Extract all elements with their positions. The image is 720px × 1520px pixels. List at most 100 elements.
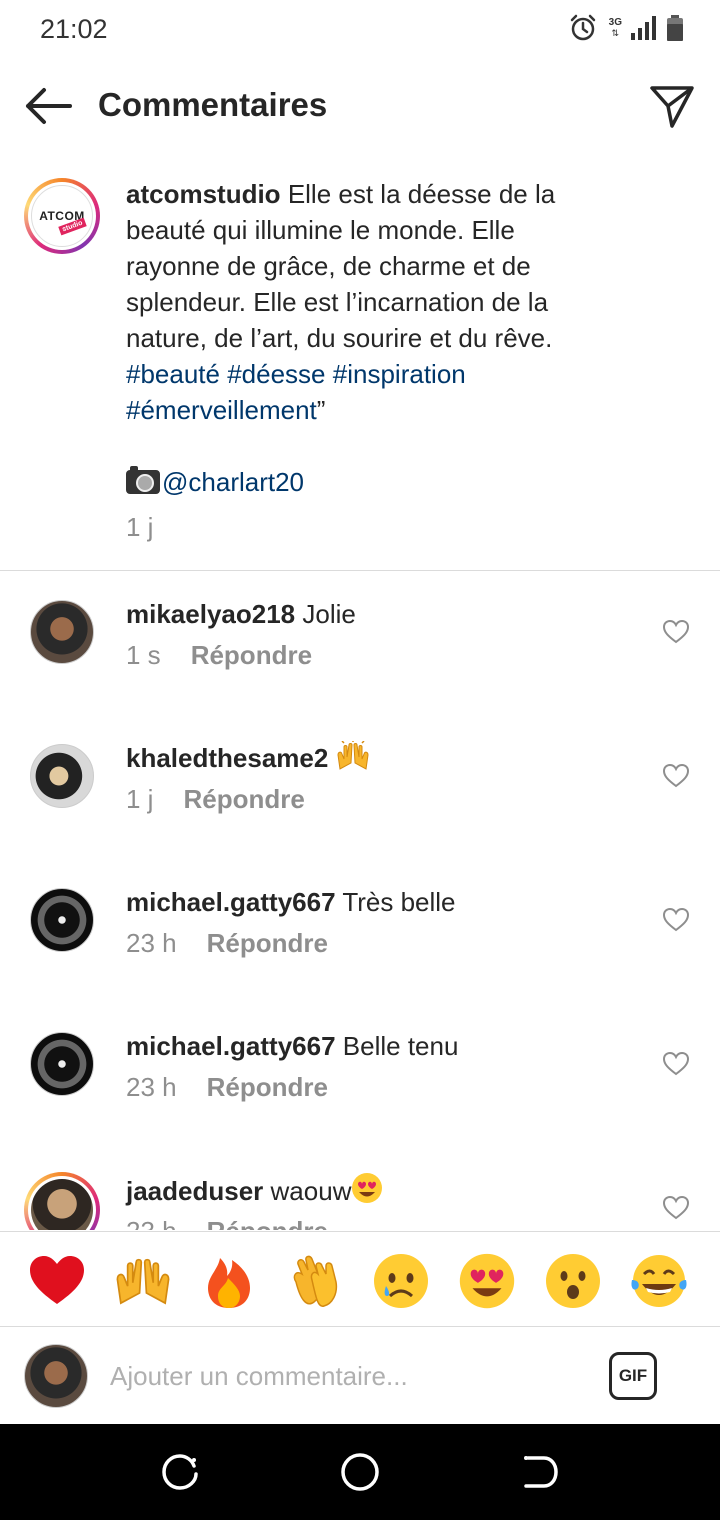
emoji-clapping-hands-button[interactable] — [286, 1252, 344, 1310]
hashtag[interactable]: #émerveillement — [126, 395, 317, 425]
comment-meta: 1 s Répondre — [126, 640, 312, 671]
comment-username[interactable]: jaadeduser — [126, 1176, 263, 1206]
recents-button[interactable] — [158, 1450, 202, 1494]
comment-item: michael.gatty667 Belle tenu 23 h Répondre — [0, 1004, 720, 1148]
caption-text: atcomstudio Elle est la déesse de la bea… — [126, 176, 596, 428]
heart-outline-icon — [662, 763, 690, 788]
comment-line: jaadeduser waouw — [126, 1172, 383, 1209]
hashtag[interactable]: #inspiration — [333, 359, 466, 389]
comment-time: 1 s — [126, 640, 161, 670]
back-icon — [524, 1456, 558, 1488]
closing-quote: ” — [316, 395, 326, 425]
system-nav-bar — [0, 1424, 720, 1520]
reply-button[interactable]: Répondre — [191, 640, 312, 670]
divider — [0, 570, 720, 571]
caption-time: 1 j — [126, 512, 154, 542]
heart-outline-icon — [662, 1195, 690, 1220]
heart-eyes-icon — [459, 1253, 515, 1309]
page-title: Commentaires — [98, 86, 328, 123]
comment-list[interactable]: mikaelyao218 Jolie 1 s Répondre khaledthe… — [0, 572, 720, 1230]
status-icons: 3G ⇅ — [569, 14, 684, 42]
comment-time: 23 h — [126, 928, 177, 958]
comment-text: Très belle — [342, 887, 456, 917]
arrow-left-icon — [26, 88, 72, 124]
emoji-fire-button[interactable] — [200, 1252, 258, 1310]
emoji-surprised-face-button[interactable] — [544, 1252, 602, 1310]
credit-mention[interactable]: @charlart20 — [162, 467, 304, 497]
like-button[interactable] — [662, 1050, 690, 1078]
avatar[interactable] — [30, 888, 94, 952]
raising-hands-icon — [337, 741, 369, 770]
reply-button[interactable]: Répondre — [183, 784, 304, 814]
comment-line: michael.gatty667 Belle tenu — [126, 1028, 458, 1064]
header: Commentaires — [0, 62, 720, 152]
emoji-reaction-bar — [0, 1231, 720, 1327]
comment-line: khaledthesame2 — [126, 740, 370, 776]
clapping-hands-icon — [293, 1255, 338, 1307]
status-bar: 21:02 3G ⇅ — [0, 0, 720, 62]
heart-outline-icon — [662, 1051, 690, 1076]
avatar[interactable] — [30, 1032, 94, 1096]
like-button[interactable] — [662, 762, 690, 790]
gif-button[interactable]: GIF — [609, 1352, 657, 1400]
like-button[interactable] — [662, 618, 690, 646]
comment-item: khaledthesame2 1 j Répondre — [0, 716, 720, 860]
comment-username[interactable]: khaledthesame2 — [126, 743, 328, 773]
caption-username[interactable]: atcomstudio — [126, 179, 281, 209]
reply-button[interactable]: Répondre — [207, 928, 328, 958]
share-button[interactable] — [648, 82, 696, 130]
back-button[interactable] — [22, 84, 74, 128]
alarm-icon — [570, 14, 595, 41]
fire-icon — [208, 1258, 250, 1308]
heart-eyes-icon — [352, 1173, 383, 1203]
comment-username[interactable]: michael.gatty667 — [126, 887, 336, 917]
comment-input[interactable] — [110, 1356, 580, 1396]
comment-time: 1 j — [126, 784, 154, 814]
comment-time: 23 h — [126, 1216, 177, 1230]
home-button[interactable] — [338, 1450, 382, 1494]
comment-username[interactable]: michael.gatty667 — [126, 1031, 336, 1061]
comment-time: 23 h — [126, 1072, 177, 1102]
comment-text: Jolie — [302, 599, 356, 629]
avatar[interactable] — [30, 600, 94, 664]
reply-button[interactable]: Répondre — [207, 1072, 328, 1102]
battery-icon — [667, 15, 683, 41]
home-icon — [341, 1453, 379, 1491]
hashtag[interactable]: #beauté — [126, 359, 220, 389]
reply-button[interactable]: Répondre — [207, 1216, 328, 1230]
comment-username[interactable]: mikaelyao218 — [126, 599, 295, 629]
hashtag[interactable]: #déesse — [227, 359, 325, 389]
tears-of-joy-icon — [631, 1255, 687, 1307]
avatar[interactable] — [24, 1172, 100, 1230]
emoji-tears-of-joy-button[interactable] — [630, 1252, 688, 1310]
comment-item: mikaelyao218 Jolie 1 s Répondre — [0, 572, 720, 716]
camera-icon — [126, 466, 160, 494]
comment-line: michael.gatty667 Très belle — [126, 884, 456, 920]
avatar[interactable] — [30, 744, 94, 808]
paper-plane-icon — [650, 86, 694, 128]
caption-credit: @charlart20 — [126, 464, 304, 500]
comment-meta: 23 h Répondre — [126, 928, 328, 959]
emoji-red-heart-button[interactable] — [28, 1252, 86, 1310]
like-button[interactable] — [662, 1194, 690, 1222]
comment-item: jaadeduser waouw 23 h Répondre — [0, 1148, 720, 1230]
sad-face-icon — [374, 1254, 428, 1308]
recents-icon — [162, 1454, 198, 1490]
raising-hands-icon — [116, 1258, 170, 1305]
red-heart-icon — [30, 1256, 84, 1304]
caption-avatar[interactable]: ATCOM studio — [24, 178, 100, 254]
comment-meta: 23 h Répondre — [126, 1216, 328, 1230]
surprised-face-icon — [546, 1254, 600, 1308]
post-caption: ATCOM studio atcomstudio Elle est la dée… — [0, 170, 720, 570]
comment-meta: 1 j Répondre — [126, 784, 305, 815]
like-button[interactable] — [662, 906, 690, 934]
emoji-raising-hands-button[interactable] — [114, 1252, 172, 1310]
comment-meta: 23 h Répondre — [126, 1072, 328, 1103]
comment-line: mikaelyao218 Jolie — [126, 596, 356, 632]
comment-text: Belle tenu — [342, 1031, 459, 1061]
back-nav-button[interactable] — [518, 1450, 562, 1494]
heart-outline-icon — [662, 619, 690, 644]
emoji-sad-face-button[interactable] — [372, 1252, 430, 1310]
current-user-avatar — [24, 1344, 88, 1408]
emoji-heart-eyes-button[interactable] — [458, 1252, 516, 1310]
